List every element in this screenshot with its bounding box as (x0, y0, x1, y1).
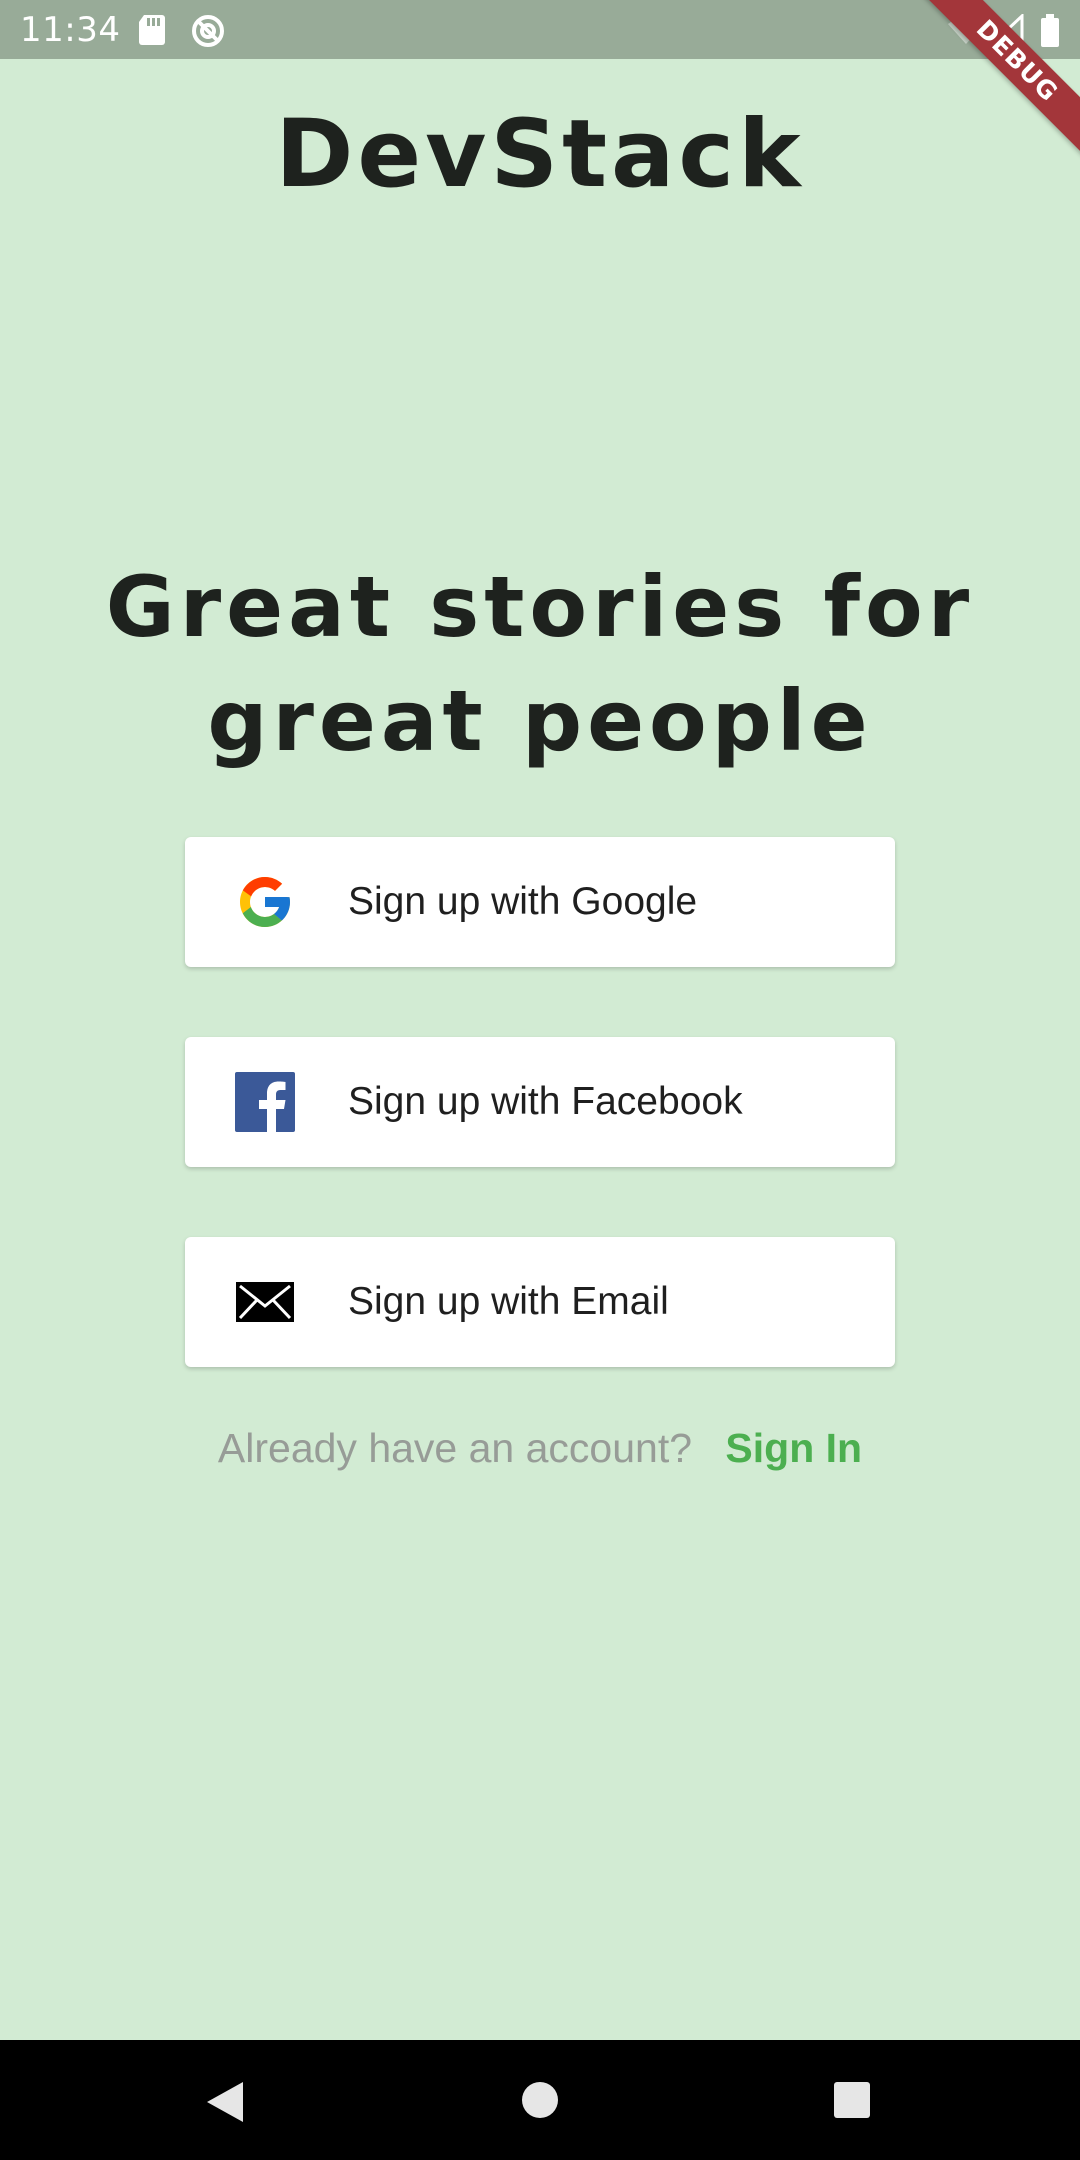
google-signup-button[interactable]: Sign up with Google (185, 837, 895, 967)
navigation-bar (0, 2040, 1080, 2160)
recents-icon[interactable] (832, 2080, 872, 2120)
google-icon (240, 877, 290, 927)
status-time: 11:34 (20, 10, 121, 50)
sd-card-icon (139, 15, 165, 45)
facebook-signup-label: Sign up with Facebook (348, 1080, 743, 1123)
mail-icon (236, 1282, 294, 1322)
facebook-signup-button[interactable]: Sign up with Facebook (185, 1037, 895, 1167)
home-icon[interactable] (520, 2080, 560, 2120)
google-signup-label: Sign up with Google (348, 880, 698, 923)
app-title: DevStack (275, 100, 805, 209)
signup-screen: 11:34 × DEBUG DevStack Great stories for (0, 0, 1080, 2160)
tagline-line-2: great people (207, 672, 873, 770)
facebook-icon (235, 1072, 295, 1132)
back-icon[interactable] (205, 2080, 245, 2124)
status-bar: 11:34 × (0, 0, 1080, 59)
email-signup-button[interactable]: Sign up with Email (185, 1237, 895, 1367)
email-signup-label: Sign up with Email (348, 1280, 669, 1323)
signin-link[interactable]: Sign In (725, 1425, 862, 1471)
battery-icon (1041, 14, 1059, 47)
sync-icon (192, 15, 224, 47)
tagline: Great stories for great people (60, 550, 1020, 778)
signin-prompt: Already have an account? (217, 1425, 693, 1471)
signin-row: Already have an account? Sign In (0, 1425, 1080, 1472)
tagline-line-1: Great stories for (105, 558, 975, 656)
